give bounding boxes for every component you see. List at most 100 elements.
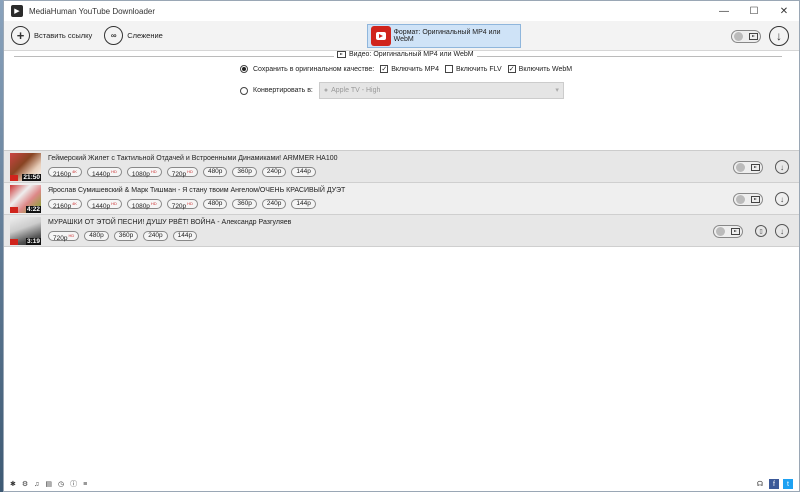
menu-icon[interactable]: ≡ (83, 481, 87, 488)
tracking-button[interactable]: ∞ Слежение (104, 26, 163, 45)
youtube-icon (10, 207, 18, 213)
format-chip[interactable]: 360p (113, 231, 139, 241)
video-mode-toggle[interactable] (733, 160, 763, 174)
video-title: Геймерский Жилет с Тактильной Отдачей и … (48, 155, 338, 162)
music-icon[interactable]: ♫ (34, 481, 39, 488)
minimize-button[interactable]: — (709, 1, 739, 21)
download-button[interactable]: ↓ (775, 160, 789, 174)
download-arrow-icon: ↓ (780, 194, 784, 204)
facebook-icon[interactable]: f (769, 479, 779, 489)
keep-original-radio[interactable] (240, 65, 248, 73)
binoculars-icon: ∞ (104, 26, 124, 45)
video-icon (731, 227, 740, 235)
format-chip[interactable]: 1080pHD (126, 199, 162, 210)
video-title: Ярослав Сумишевский & Марк Тишман - Я ст… (48, 187, 346, 194)
convert-radio[interactable] (240, 86, 248, 95)
convert-select[interactable]: ● Apple TV - High ▾ (318, 82, 564, 99)
convert-label: Конвертировать в: (253, 87, 313, 94)
download-arrow-icon: ↓ (780, 162, 784, 172)
format-chip[interactable]: 720pHD (166, 167, 198, 178)
close-button[interactable]: ✕ (769, 1, 799, 21)
format-chip[interactable]: 1080pHD (126, 167, 162, 178)
bug-icon[interactable]: ✱ (10, 480, 16, 488)
format-chip[interactable]: 240p (261, 199, 287, 209)
format-settings-panel: Видео: Оригинальный MP4 или WebM Сохрани… (4, 51, 799, 151)
chevron-down-icon: ▾ (555, 87, 559, 94)
toolbar: + Вставить ссылку ∞ Слежение Формат: Ори… (4, 21, 799, 51)
format-chip[interactable]: 240p (143, 231, 168, 241)
app-window: ▶ MediaHuman YouTube Downloader — ☐ ✕ + … (3, 0, 800, 492)
include-webm-checkbox[interactable]: ✓ (507, 65, 516, 73)
format-chip[interactable]: 2160p4K (48, 199, 82, 210)
plus-circle-icon: + (11, 26, 30, 45)
gear-icon[interactable]: ⚙ (22, 480, 28, 488)
info-icon[interactable]: ⓘ (70, 479, 77, 489)
list-item[interactable]: 4:22 Ярослав Сумишевский & Марк Тишман -… (4, 183, 799, 215)
toggle-knob (736, 194, 745, 204)
youtube-icon (10, 239, 18, 245)
include-mp4-checkbox[interactable]: ✓ (380, 65, 389, 73)
support-icon[interactable]: ☊ (755, 479, 765, 489)
format-chips: 2160p4K 1440pHD 1080pHD 720pHD 480p 360p… (48, 199, 321, 210)
app-logo-icon: ▶ (11, 5, 23, 17)
video-icon (749, 32, 758, 40)
format-chip[interactable]: 2160p4K (48, 167, 82, 178)
format-chip[interactable]: 360p (232, 167, 257, 177)
download-arrow-icon: ↓ (780, 226, 784, 236)
video-title: МУРАШКИ ОТ ЭТОЙ ПЕСНИ! ДУШУ РВЁТ! ВОЙНА … (48, 219, 292, 226)
download-all-button[interactable]: ↓ (769, 26, 789, 46)
duration-badge: 4:22 (25, 206, 41, 213)
format-chip[interactable]: 1440pHD (86, 167, 122, 178)
format-button[interactable]: Формат: Оригинальный MP4 или WebM (367, 24, 521, 48)
history-icon[interactable]: ◷ (58, 480, 64, 488)
format-chip[interactable]: 144p (291, 199, 316, 209)
download-button[interactable]: ↓ (775, 224, 789, 238)
trash-icon[interactable]: ▯ (755, 225, 767, 237)
format-chip[interactable]: 720pHD (48, 231, 80, 242)
format-chips: 2160p4K 1440pHD 1080pHD 720pHD 480p 360p… (48, 167, 321, 178)
video-mode-toggle[interactable] (713, 224, 743, 238)
folder-icon[interactable]: ▤ (45, 480, 52, 488)
apple-icon: ● (323, 87, 329, 94)
duration-badge: 21:50 (22, 174, 41, 181)
toggle-knob (736, 162, 745, 172)
video-mode-toggle[interactable] (731, 29, 761, 43)
video-icon (751, 163, 760, 171)
format-chips: 720pHD 480p 360p 240p 144p (48, 231, 202, 242)
paste-link-button[interactable]: + Вставить ссылку (11, 26, 92, 45)
video-thumbnail: 3:19 (10, 217, 41, 245)
title-bar: ▶ MediaHuman YouTube Downloader — ☐ ✕ (4, 1, 799, 21)
include-flv-checkbox[interactable] (445, 65, 453, 73)
format-chip[interactable]: 144p (172, 231, 198, 241)
window-title: MediaHuman YouTube Downloader (29, 6, 156, 16)
format-chip[interactable]: 480p (84, 231, 109, 241)
video-icon (337, 51, 346, 58)
format-chip[interactable]: 1440pHD (86, 199, 122, 210)
youtube-icon (371, 26, 391, 46)
format-chip[interactable]: 360p (232, 199, 257, 209)
format-chip[interactable]: 480p (202, 199, 228, 209)
maximize-button[interactable]: ☐ (739, 1, 769, 21)
convert-value: Apple TV - High (331, 87, 381, 94)
video-mode-toggle[interactable] (733, 192, 763, 206)
format-chip[interactable]: 480p (202, 167, 228, 177)
include-mp4-label: Включить MP4 (391, 65, 439, 73)
list-item[interactable]: 21:50 Геймерский Жилет с Тактильной Отда… (4, 151, 799, 183)
tracking-label: Слежение (127, 31, 163, 40)
keep-original-label: Сохранить в оригинальном качестве: (253, 65, 375, 73)
keep-original-row: Сохранить в оригинальном качестве: ✓ Вкл… (240, 65, 572, 73)
twitter-icon[interactable]: t (783, 479, 793, 489)
download-button[interactable]: ↓ (775, 192, 789, 206)
item-actions: ↓ (733, 192, 789, 206)
video-section-title: Видео: Оригинальный MP4 или WebM (349, 51, 474, 58)
format-chip[interactable]: 720pHD (166, 199, 198, 210)
list-item[interactable]: 3:19 МУРАШКИ ОТ ЭТОЙ ПЕСНИ! ДУШУ РВЁТ! В… (4, 215, 799, 247)
toggle-knob (716, 226, 725, 236)
download-list: 21:50 Геймерский Жилет с Тактильной Отда… (4, 151, 799, 247)
item-actions: ▯ ↓ (713, 224, 789, 238)
duration-badge: 3:19 (25, 238, 41, 245)
format-chip[interactable]: 240p (261, 167, 287, 177)
format-chip[interactable]: 144p (291, 167, 316, 177)
toggle-knob (734, 31, 743, 41)
video-thumbnail: 4:22 (10, 185, 41, 213)
